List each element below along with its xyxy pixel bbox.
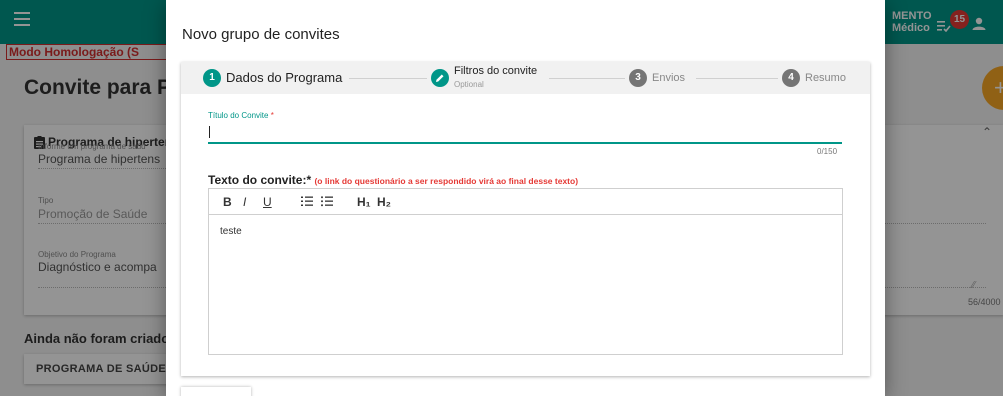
new-invite-group-dialog: Novo grupo de convites 1 Dados do Progra…: [166, 0, 885, 396]
heading1-button[interactable]: H₁: [357, 195, 371, 209]
step-connector: [696, 78, 778, 79]
heading2-button[interactable]: H₂: [377, 195, 391, 209]
step-connector: [549, 78, 625, 79]
step-label: Filtros do convite: [454, 65, 538, 77]
editor-content[interactable]: teste: [209, 215, 842, 248]
bullet-list-icon[interactable]: [321, 196, 333, 207]
step-filtros-do-convite[interactable]: Filtros do convite Optional: [431, 65, 551, 89]
step-envios[interactable]: 3 Envios: [629, 69, 699, 87]
invite-text-hint: (o link do questionário a ser respondido…: [314, 176, 579, 186]
required-mark: *: [270, 111, 274, 120]
edit-icon: [431, 69, 449, 87]
dialog-action-button[interactable]: [181, 387, 251, 396]
step-resumo[interactable]: 4 Resumo: [782, 69, 862, 87]
invite-title-input[interactable]: [208, 122, 842, 144]
editor-toolbar: B I U H₁ H₂: [209, 189, 842, 215]
stepper-header: 1 Dados do Programa Filtros do convite O…: [181, 62, 870, 94]
bold-button[interactable]: B: [223, 195, 232, 209]
step-label: Dados do Programa: [226, 70, 343, 85]
rich-text-editor: B I U H₁ H₂ teste: [208, 188, 843, 355]
title-char-counter: 0/150: [817, 147, 838, 156]
step-label: Envios: [652, 72, 686, 84]
italic-button[interactable]: I: [243, 195, 246, 209]
step-optional-label: Optional: [454, 80, 484, 89]
title-field-label: Título do Convite *: [208, 111, 274, 120]
underline-button[interactable]: U: [263, 195, 272, 209]
step-label: Resumo: [805, 72, 846, 84]
step-number: 4: [782, 69, 800, 87]
step-dados-do-programa[interactable]: 1 Dados do Programa: [203, 69, 353, 87]
step-connector: [349, 78, 427, 79]
ordered-list-icon[interactable]: [301, 196, 313, 207]
step-number: 1: [203, 69, 221, 87]
stepper-card: 1 Dados do Programa Filtros do convite O…: [181, 62, 870, 376]
text-caret: [209, 126, 210, 138]
dialog-title: Novo grupo de convites: [182, 26, 340, 43]
step-number: 3: [629, 69, 647, 87]
invite-text-label: Texto do convite:* (o link do questionár…: [208, 173, 579, 187]
